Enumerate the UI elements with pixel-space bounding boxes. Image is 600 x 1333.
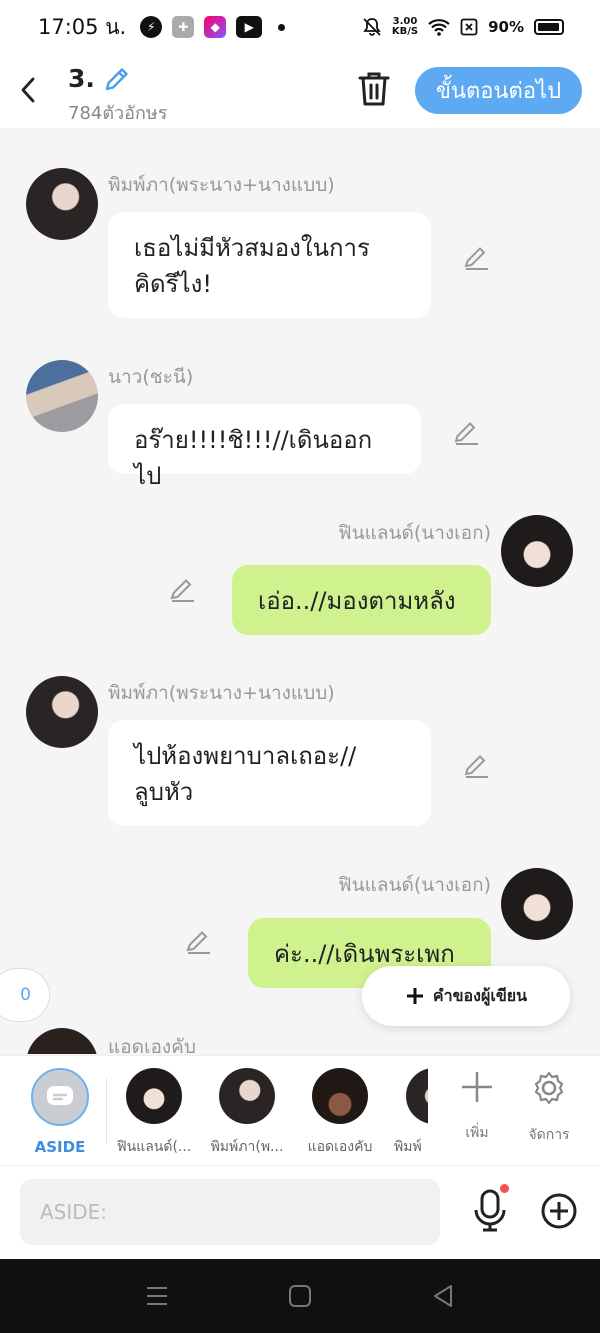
speaker-name: พิมพ์ภา(พระนาง+นางแบบ) [108,682,335,704]
battery-percent: 90% [488,18,524,36]
plus-icon [406,988,423,1004]
app-shortcut-icon: ◆ [204,16,227,38]
notification-icons: ⚡ ✚ ◆ ▶ [140,16,286,38]
avatar [406,1068,428,1124]
speaker-name: พิมพ์ภา(พระนาง+นางแบบ) [108,174,335,196]
speaker-name: นาว(ชะนี) [108,366,194,388]
delete-button[interactable] [356,70,392,108]
plus-icon [462,1072,492,1102]
character-count: 784ตัวอักษร [68,103,168,124]
message-bubble[interactable]: เอ่อ..//มองตามหลัง [232,565,491,635]
edit-message-icon[interactable] [452,417,482,447]
battery-icon [534,19,564,35]
net-speed: 3.00 KB/S [391,16,419,37]
avatar[interactable] [501,515,573,587]
back-triangle-icon[interactable] [430,1283,456,1309]
edit-message-icon[interactable] [184,926,214,956]
mute-bell-icon [363,18,381,36]
chat-bubble-icon [47,1086,73,1105]
message-line: เธอไม่มีหัวสมองในการ [134,234,370,262]
more-notifications-dot [278,23,286,31]
back-button[interactable] [14,72,42,108]
status-time: 17:05 น. [38,14,127,39]
character-item[interactable]: แอดเองคับ [295,1068,385,1158]
add-label: เพิ่ม [465,1125,489,1141]
composer [0,1165,600,1259]
aside-label: ASIDE [34,1138,86,1156]
manage-label: จัดการ [528,1127,570,1143]
speaker-name: ฟินแลนด์(นางเอก) [338,874,491,896]
avatar[interactable] [26,360,98,432]
add-circle-icon[interactable] [540,1192,578,1230]
avatar [312,1068,368,1124]
speaker-name: ฟินแลนด์(นางเอก) [338,522,491,544]
gear-icon [534,1071,564,1105]
episode-title[interactable]: 3. [68,64,131,93]
message-line: เอ่อ..//มองตามหลัง [258,587,456,615]
notification-dot [500,1184,509,1193]
character-label: พิมพ์ [394,1139,422,1155]
menu-icon[interactable] [144,1283,170,1309]
character-label: พิมพ์ภา(พ... [210,1139,284,1155]
microphone-icon[interactable] [470,1188,510,1232]
wifi-icon [428,19,450,36]
avatar[interactable] [26,168,98,240]
narration-label: คำของผู้เขียน [432,985,528,1005]
avatar [219,1068,275,1124]
message-line: ไปห้องพยาบาลเถอะ// [134,742,357,770]
message-input[interactable] [20,1179,440,1245]
message-line: คิดรึไง! [134,270,212,298]
character-item[interactable]: พิมพ์ภา(พ... [202,1068,292,1158]
divider [106,1078,107,1144]
episode-title-text: 3. [68,64,95,93]
edit-pencil-icon[interactable] [103,65,131,93]
youtube-icon: ▶ [236,16,263,38]
character-selector: ASIDE ฟินแลนด์(... พิมพ์ภา(พ... แอดเองคั… [0,1055,600,1165]
message-line: อร๊าย!!!!ชิ!!!//เดินออกไป [134,426,373,490]
message-bubble[interactable]: เธอไม่มีหัวสมองในการ คิดรึไง! [108,212,431,318]
manage-characters-button[interactable]: จัดการ [519,1070,579,1146]
status-bar: 17:05 น. ⚡ ✚ ◆ ▶ 3.00 KB/S 90% [0,0,600,54]
avatar[interactable] [26,1028,98,1054]
home-icon[interactable] [287,1283,313,1309]
trash-icon [358,72,390,106]
aside-avatar [31,1068,89,1126]
character-label: ฟินแลนด์(... [116,1139,192,1155]
edit-message-icon[interactable] [462,242,492,272]
next-step-button[interactable]: ขั้นตอนต่อไป [415,67,582,114]
character-label: แอดเองคับ [307,1139,373,1155]
avatar[interactable] [501,868,573,940]
messenger-icon: ⚡ [140,16,163,38]
message-line: ลูบหัว [134,778,194,806]
character-item[interactable]: ฟินแลนด์(... [109,1068,199,1158]
character-item[interactable]: พิมพ์ [388,1068,428,1158]
chevron-left-icon [21,77,35,103]
message-bubble[interactable]: ไปห้องพยาบาลเถอะ// ลูบหัว [108,720,431,826]
avatar[interactable] [26,676,98,748]
message-bubble[interactable]: อร๊าย!!!!ชิ!!!//เดินออกไป [108,404,421,490]
game-controller-icon: ✚ [172,16,195,38]
chat-area[interactable]: พิมพ์ภา(พระนาง+นางแบบ) เธอไม่มีหัวสมองใน… [0,128,600,1054]
system-nav-bar [0,1259,600,1333]
add-character-button[interactable]: เพิ่ม [447,1070,507,1144]
speaker-name: แอดเองคับ [108,1036,196,1054]
sim-off-icon [460,18,478,36]
edit-message-icon[interactable] [462,750,492,780]
author-narration-button[interactable]: คำของผู้เขียน [362,966,570,1026]
avatar [126,1068,182,1124]
editor-header: 3. 784ตัวอักษร ขั้นตอนต่อไป [0,54,600,128]
edit-message-icon[interactable] [168,574,198,604]
character-aside[interactable]: ASIDE [15,1068,105,1156]
